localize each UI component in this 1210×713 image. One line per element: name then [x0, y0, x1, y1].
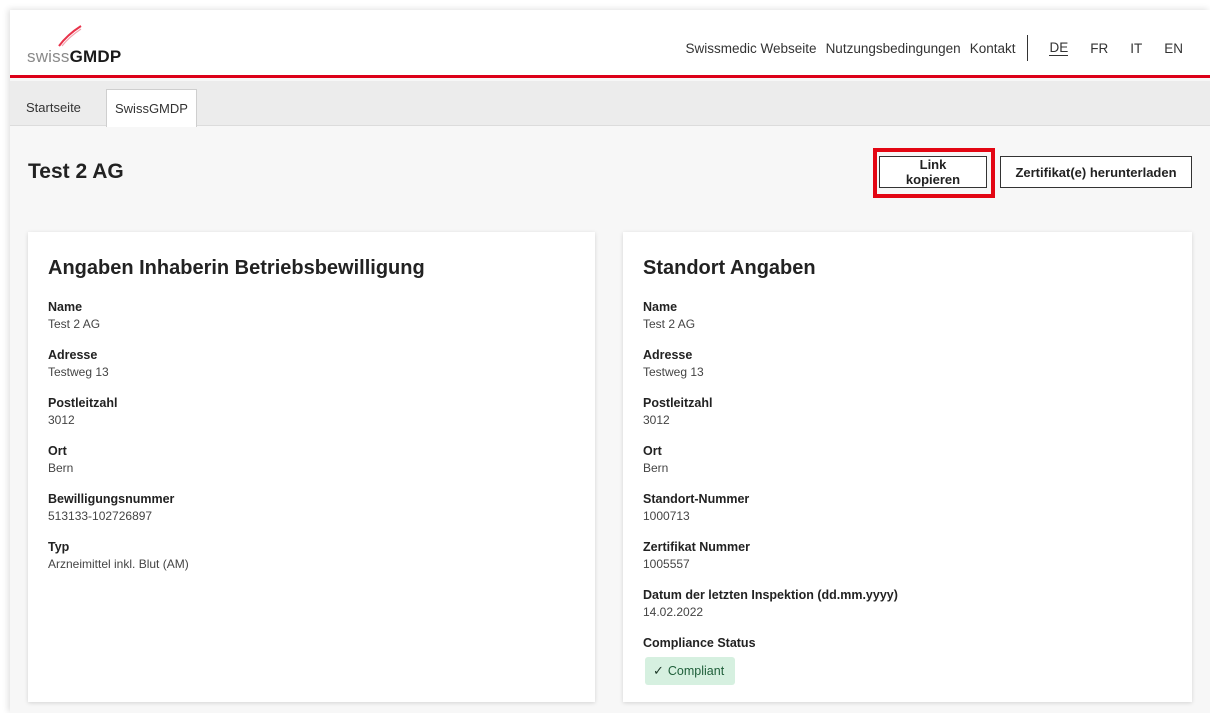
- swissgmdp-logo[interactable]: swissGMDP: [27, 25, 157, 66]
- nav-link-swissmedic[interactable]: Swissmedic Webseite: [686, 41, 817, 56]
- copy-link-highlight: [873, 148, 995, 198]
- field-address: Adresse Testweg 13: [643, 348, 898, 396]
- field-value: 14.02.2022: [643, 605, 704, 619]
- field-city: Ort Bern: [48, 444, 189, 492]
- language-it[interactable]: IT: [1130, 41, 1142, 56]
- field-label: Ort: [48, 444, 67, 458]
- nav-link-kontakt[interactable]: Kontakt: [970, 41, 1016, 56]
- field-value: Testweg 13: [643, 365, 704, 379]
- nav-divider: [1027, 35, 1029, 61]
- field-value: 3012: [48, 413, 75, 427]
- field-label: Bewilligungsnummer: [48, 492, 175, 506]
- language-fr[interactable]: FR: [1090, 41, 1108, 56]
- field-value: 1000713: [643, 509, 690, 523]
- tab-swissgmdp[interactable]: SwissGMDP: [106, 89, 197, 127]
- field-label: Standort-Nummer: [643, 492, 750, 506]
- field-postal-code: Postleitzahl 3012: [643, 396, 898, 444]
- tab-bar: Startseite SwissGMDP: [10, 81, 1210, 127]
- holder-fields: Name Test 2 AG Adresse Testweg 13 Postle…: [48, 300, 189, 588]
- field-value: 513133-102726897: [48, 509, 153, 523]
- field-label: Adresse: [643, 348, 693, 362]
- compliance-status-badge: ✓ Compliant: [645, 657, 736, 685]
- field-name: Name Test 2 AG: [48, 300, 189, 348]
- field-label: Ort: [643, 444, 662, 458]
- download-certificates-button[interactable]: Zertifikat(e) herunterladen: [1000, 156, 1192, 188]
- tab-startseite[interactable]: Startseite: [18, 89, 89, 126]
- field-value: Test 2 AG: [643, 317, 696, 331]
- top-navigation: Swissmedic Webseite Nutzungsbedingungen …: [677, 35, 1183, 61]
- site-header: swissGMDP Swissmedic Webseite Nutzungsbe…: [10, 10, 1210, 78]
- compliance-status-value: Compliant: [667, 664, 725, 678]
- logo-swoosh-icon: [58, 25, 82, 47]
- check-icon: ✓: [653, 663, 664, 678]
- field-name: Name Test 2 AG: [643, 300, 898, 348]
- field-label: Zertifikat Nummer: [643, 540, 750, 554]
- holder-details-card: Angaben Inhaberin Betriebsbewilligung Na…: [28, 232, 595, 702]
- holder-card-title: Angaben Inhaberin Betriebsbewilligung: [48, 257, 425, 279]
- field-site-number: Standort-Nummer 1000713: [643, 492, 898, 540]
- logo-swiss-text: swiss: [27, 47, 70, 66]
- field-permit-number: Bewilligungsnummer 513133-102726897: [48, 492, 189, 540]
- field-value: 1005557: [643, 557, 690, 571]
- field-compliance-status: Compliance Status ✓ Compliant: [643, 636, 898, 685]
- field-value: Bern: [643, 461, 669, 475]
- field-value: 3012: [643, 413, 670, 427]
- nav-link-nutzungsbedingungen[interactable]: Nutzungsbedingungen: [826, 41, 961, 56]
- field-label: Datum der letzten Inspektion (dd.mm.yyyy…: [643, 588, 898, 602]
- field-type: Typ Arzneimittel inkl. Blut (AM): [48, 540, 189, 588]
- page-title: Test 2 AG: [28, 160, 124, 183]
- field-value: Testweg 13: [48, 365, 109, 379]
- field-postal-code: Postleitzahl 3012: [48, 396, 189, 444]
- field-label: Postleitzahl: [48, 396, 118, 410]
- field-label: Adresse: [48, 348, 98, 362]
- field-label: Name: [48, 300, 83, 314]
- site-details-card: Standort Angaben Name Test 2 AG Adresse …: [623, 232, 1192, 702]
- field-label: Compliance Status: [643, 636, 756, 650]
- field-value: Bern: [48, 461, 74, 475]
- page-frame: swissGMDP Swissmedic Webseite Nutzungsbe…: [10, 10, 1210, 713]
- field-certificate-number: Zertifikat Nummer 1005557: [643, 540, 898, 588]
- field-city: Ort Bern: [643, 444, 898, 492]
- field-last-inspection-date: Datum der letzten Inspektion (dd.mm.yyyy…: [643, 588, 898, 636]
- language-en[interactable]: EN: [1164, 41, 1183, 56]
- field-value: Test 2 AG: [48, 317, 101, 331]
- field-value: Arzneimittel inkl. Blut (AM): [48, 557, 189, 571]
- field-address: Adresse Testweg 13: [48, 348, 189, 396]
- site-fields: Name Test 2 AG Adresse Testweg 13 Postle…: [643, 300, 898, 685]
- field-label: Name: [643, 300, 678, 314]
- field-label: Postleitzahl: [643, 396, 713, 410]
- site-card-title: Standort Angaben: [643, 257, 816, 279]
- logo-gmdp-text: GMDP: [69, 47, 122, 66]
- language-de[interactable]: DE: [1049, 40, 1069, 56]
- field-label: Typ: [48, 540, 70, 554]
